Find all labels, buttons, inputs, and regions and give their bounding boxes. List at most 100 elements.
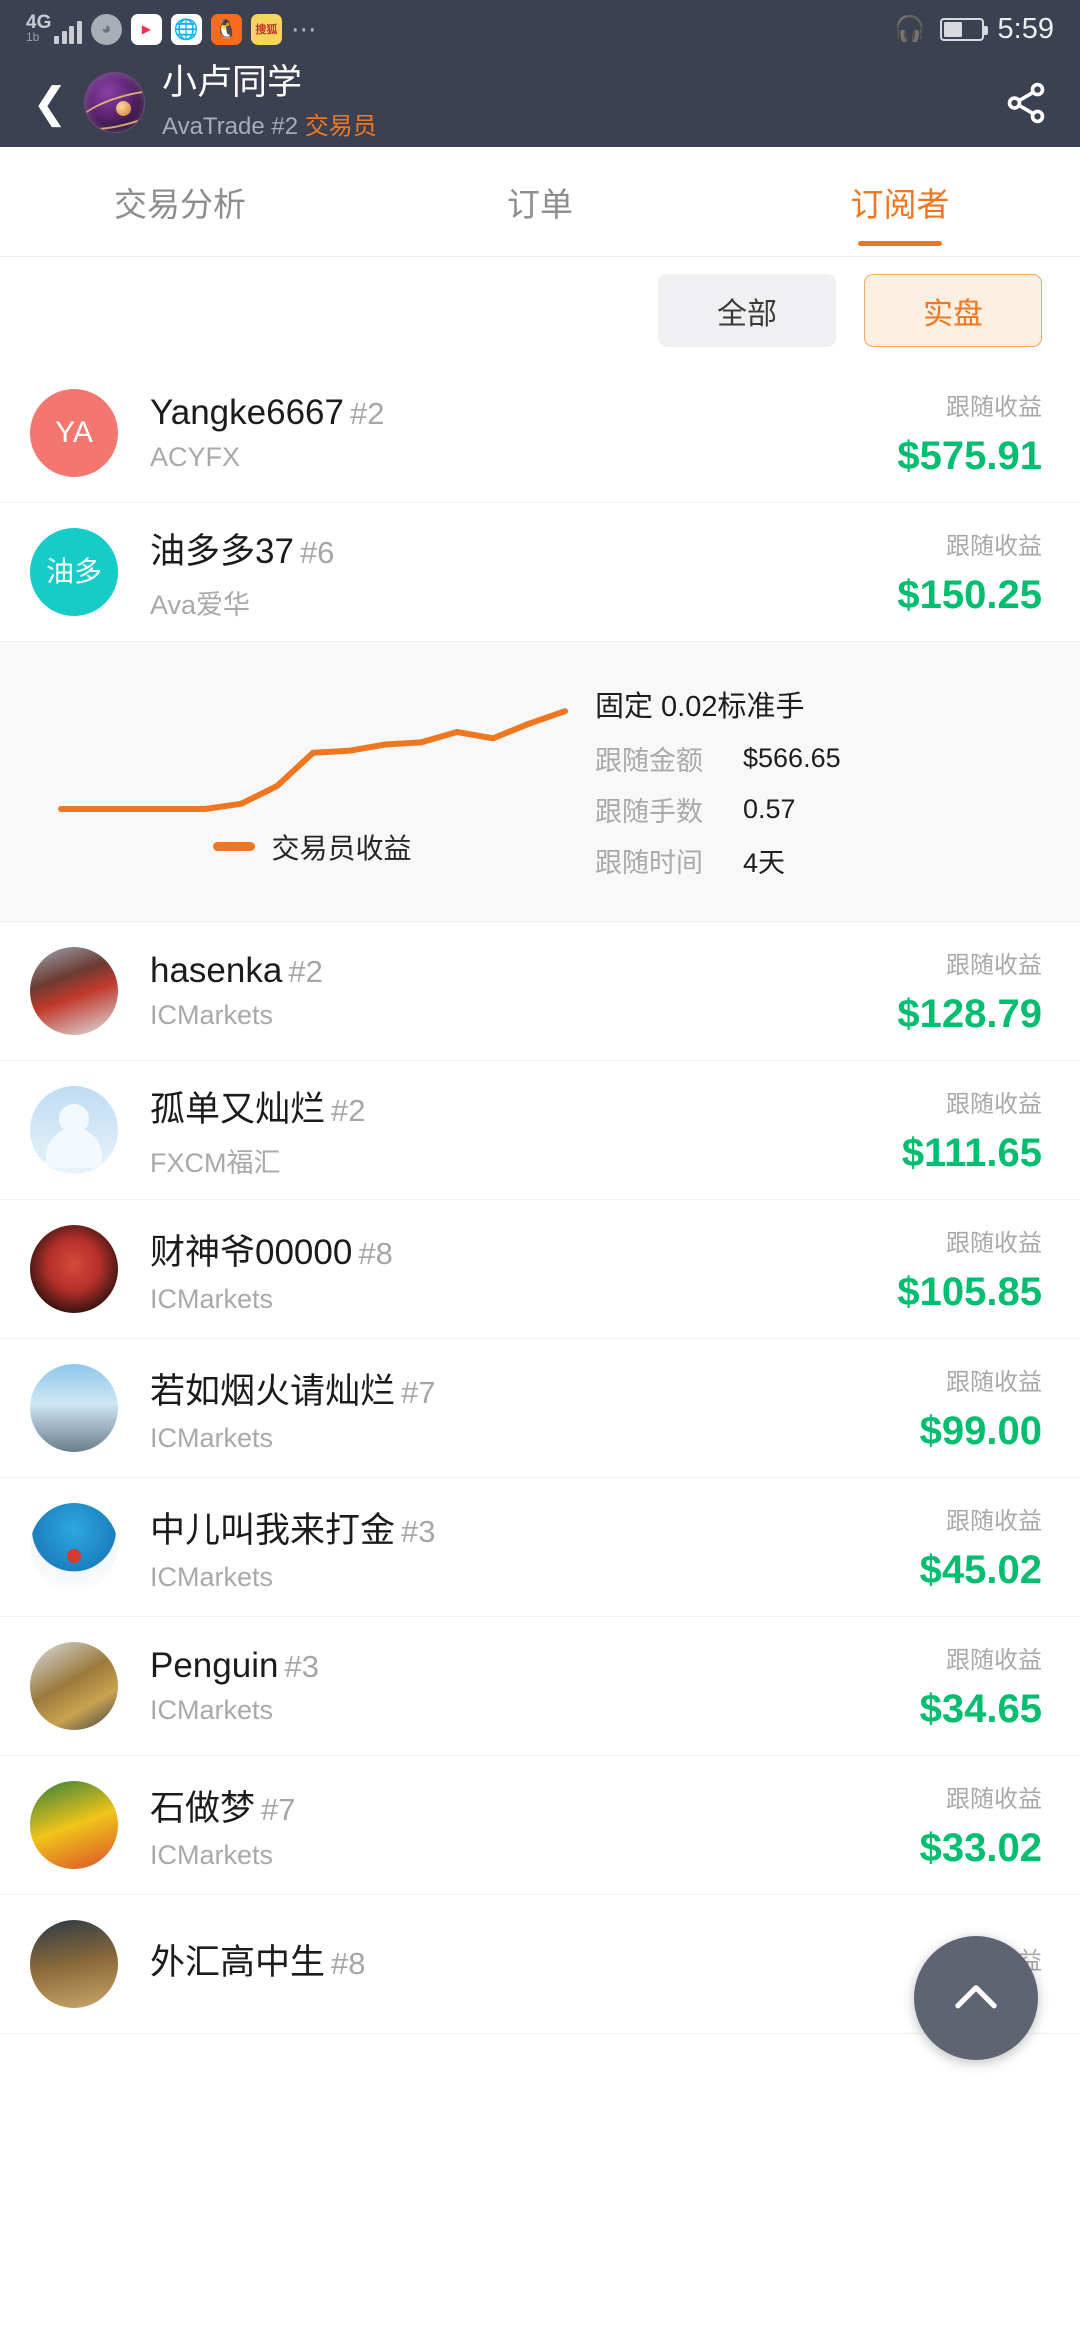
avatar — [30, 1642, 118, 1730]
avatar — [30, 1781, 118, 1869]
subscriber-name: 外汇高中生 #8 — [150, 1934, 946, 1985]
filter-bar: 全部 实盘 — [0, 257, 1080, 364]
subscriber-detail-panel: 交易员收益 固定 0.02标准手 跟随金额 $566.65 跟随手数 0.57 … — [0, 642, 1080, 922]
avatar: 油多 — [30, 528, 118, 616]
table-row[interactable]: 孤单又灿烂 #2 FXCM福汇 跟随收益 $111.65 — [0, 1061, 1080, 1200]
subscriber-name: 财神爷00000 #8 — [150, 1224, 897, 1275]
follow-stats: 固定 0.02标准手 跟随金额 $566.65 跟随手数 0.57 跟随时间 4… — [585, 683, 1040, 880]
overflow-dots-icon: ⋯ — [290, 14, 319, 44]
subscriber-name-text: 孤单又灿烂 — [150, 1089, 326, 1129]
battery-icon — [939, 17, 988, 41]
profit-value: $33.02 — [919, 1826, 1042, 1870]
legend-label: 交易员收益 — [271, 832, 412, 864]
subscriber-account-no: #3 — [401, 1513, 436, 1549]
trader-avatar — [84, 72, 145, 133]
avatar — [30, 1364, 118, 1452]
profit-label: 跟随收益 — [946, 1647, 1042, 1674]
stat-value: $566.65 — [743, 743, 841, 773]
subscriber-name: 孤单又灿烂 #2 — [150, 1081, 902, 1132]
table-row[interactable]: YA Yangke6667 #2 ACYFX 跟随收益 $575.91 — [0, 364, 1080, 503]
subscriber-broker: ICMarkets — [150, 1000, 274, 1030]
stat-key: 跟随时间 — [595, 848, 703, 878]
sohu-news-icon: 搜狐 — [250, 13, 282, 45]
table-row[interactable]: Penguin #3 ICMarkets 跟随收益 $34.65 — [0, 1617, 1080, 1756]
chevron-up-icon — [955, 1985, 997, 2009]
profit-label: 跟随收益 — [946, 1369, 1042, 1396]
profit-label: 跟随收益 — [946, 1786, 1042, 1813]
subscriber-name-text: 石做梦 — [150, 1788, 256, 1828]
subscriber-name: Yangke6667 #2 — [150, 393, 897, 433]
profit-label: 跟随收益 — [946, 533, 1042, 560]
subscriber-account-no: #7 — [401, 1374, 436, 1410]
subscriber-broker: ACYFX — [150, 442, 241, 472]
subscriber-name: 石做梦 #7 — [150, 1780, 920, 1831]
subscriber-account-no: #3 — [284, 1649, 319, 1684]
headset-icon: 🎧 — [894, 14, 926, 43]
avatar — [30, 1920, 118, 2008]
profit-label: 跟随收益 — [946, 952, 1042, 979]
filter-all-button[interactable]: 全部 — [658, 274, 836, 347]
profit-value: $575.91 — [897, 434, 1042, 478]
stat-value: 4天 — [743, 848, 786, 878]
avatar — [30, 1086, 118, 1174]
stat-key: 跟随金额 — [595, 746, 703, 776]
subscriber-name-text: hasenka — [150, 951, 283, 990]
trader-role-badge: 交易员 — [304, 112, 377, 140]
stat-follow-duration: 跟随时间 4天 — [595, 841, 1040, 880]
subscriber-broker: ICMarkets — [150, 1283, 274, 1314]
subscriber-name-text: Yangke6667 — [150, 393, 344, 432]
profit-label: 跟随收益 — [946, 1230, 1042, 1257]
profit-chart-line — [57, 707, 568, 812]
tab-trade-analysis[interactable]: 交易分析 — [0, 147, 360, 256]
app-screen: 4G 1b ◕ ▶ 🌐 🐧 搜狐 ⋯ 🎧 5:59 ❮ 小卢同学 AvaTrad… — [0, 0, 1080, 2340]
stat-follow-amount: 跟随金额 $566.65 — [595, 739, 1040, 778]
profit-label: 跟随收益 — [946, 394, 1042, 421]
profit-value: $99.00 — [919, 1409, 1042, 1453]
profit-value: $105.85 — [897, 1270, 1042, 1314]
profit-value: $34.65 — [919, 1687, 1042, 1731]
status-bar-right: 🎧 5:59 — [894, 13, 1054, 46]
browser-icon: 🌐 — [170, 13, 202, 45]
subscriber-name: 油多多37 #6 — [150, 523, 897, 574]
subscriber-account-no: #2 — [331, 1092, 366, 1128]
profit-chart: 交易员收益 — [0, 697, 585, 867]
subscriber-broker: Ava爱华 — [150, 589, 251, 620]
trader-account-no: #2 — [271, 112, 299, 140]
subscriber-name-text: 油多多37 — [150, 531, 294, 571]
subscriber-name: 中儿叫我来打金 #3 — [150, 1502, 920, 1553]
subscriber-name-text: 若如烟火请灿烂 — [150, 1371, 396, 1411]
filter-live-button[interactable]: 实盘 — [864, 274, 1042, 347]
table-row[interactable]: 财神爷00000 #8 ICMarkets 跟随收益 $105.85 — [0, 1200, 1080, 1339]
youku-icon: ▶ — [130, 13, 162, 45]
table-row[interactable]: hasenka #2 ICMarkets 跟随收益 $128.79 — [0, 922, 1080, 1061]
app-header: ❮ 小卢同学 AvaTrade #2 交易员 — [0, 58, 1080, 147]
legend-color-swatch — [213, 842, 256, 851]
profit-value: $111.65 — [901, 1131, 1042, 1175]
tab-orders[interactable]: 订单 — [360, 147, 720, 256]
share-icon[interactable] — [998, 75, 1054, 131]
avatar: YA — [30, 389, 118, 477]
table-row[interactable]: 石做梦 #7 ICMarkets 跟随收益 $33.02 — [0, 1756, 1080, 1895]
subscriber-name-text: 外汇高中生 — [150, 1943, 326, 1982]
subscriber-name-text: 财神爷00000 — [150, 1232, 353, 1272]
avatar — [30, 1225, 118, 1313]
back-button[interactable]: ❮ — [22, 75, 78, 131]
scroll-to-top-button[interactable] — [914, 1936, 1038, 2060]
table-row[interactable]: 油多 油多多37 #6 Ava爱华 跟随收益 $150.25 — [0, 503, 1080, 642]
status-clock: 5:59 — [997, 12, 1054, 45]
stat-value: 0.57 — [743, 794, 796, 824]
trader-broker: AvaTrade — [162, 112, 265, 140]
tab-subscribers[interactable]: 订阅者 — [720, 147, 1080, 256]
trader-identity[interactable]: 小卢同学 AvaTrade #2 交易员 — [84, 64, 377, 141]
subscriber-broker: ICMarkets — [150, 1695, 274, 1725]
subscriber-broker: ICMarkets — [150, 1422, 274, 1453]
profit-value: $150.25 — [897, 573, 1042, 617]
subscriber-name: 若如烟火请灿烂 #7 — [150, 1363, 920, 1414]
stat-key: 跟随手数 — [595, 797, 703, 827]
table-row[interactable]: 中儿叫我来打金 #3 ICMarkets 跟随收益 $45.02 — [0, 1478, 1080, 1617]
subscriber-account-no: #2 — [288, 954, 323, 989]
table-row[interactable]: 若如烟火请灿烂 #7 ICMarkets 跟随收益 $99.00 — [0, 1339, 1080, 1478]
subscriber-account-no: #6 — [299, 534, 335, 570]
signal-bars-icon — [54, 18, 82, 44]
status-bar: 4G 1b ◕ ▶ 🌐 🐧 搜狐 ⋯ 🎧 5:59 — [0, 0, 1080, 58]
